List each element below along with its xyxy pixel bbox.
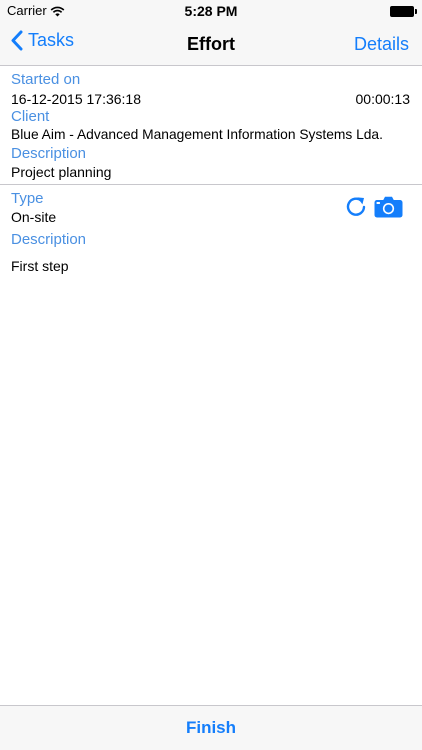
- elapsed-time: 00:00:13: [355, 91, 411, 107]
- finish-button[interactable]: Finish: [0, 718, 422, 738]
- details-button[interactable]: Details: [354, 34, 409, 55]
- status-time: 5:28 PM: [184, 3, 238, 19]
- activity-description-label: Description: [11, 231, 87, 248]
- navigation-bar: Tasks Effort Details: [0, 22, 422, 66]
- started-on-value: 16-12-2015 17:36:18: [11, 91, 141, 107]
- client-label: Client: [11, 108, 50, 125]
- refresh-icon[interactable]: [344, 195, 368, 224]
- client-value: Blue Aim - Advanced Management Informati…: [11, 127, 383, 142]
- description-value: Project planning: [11, 164, 112, 180]
- camera-icon[interactable]: [374, 196, 403, 223]
- bottom-toolbar: Finish: [0, 705, 422, 750]
- started-on-label: Started on: [11, 71, 81, 88]
- type-value: On-site: [11, 209, 57, 225]
- type-label: Type: [11, 190, 44, 207]
- activity-description-value: First step: [11, 258, 69, 274]
- battery-icon: [390, 6, 417, 17]
- status-bar: Carrier 5:28 PM: [0, 0, 422, 22]
- description-label: Description: [11, 145, 87, 162]
